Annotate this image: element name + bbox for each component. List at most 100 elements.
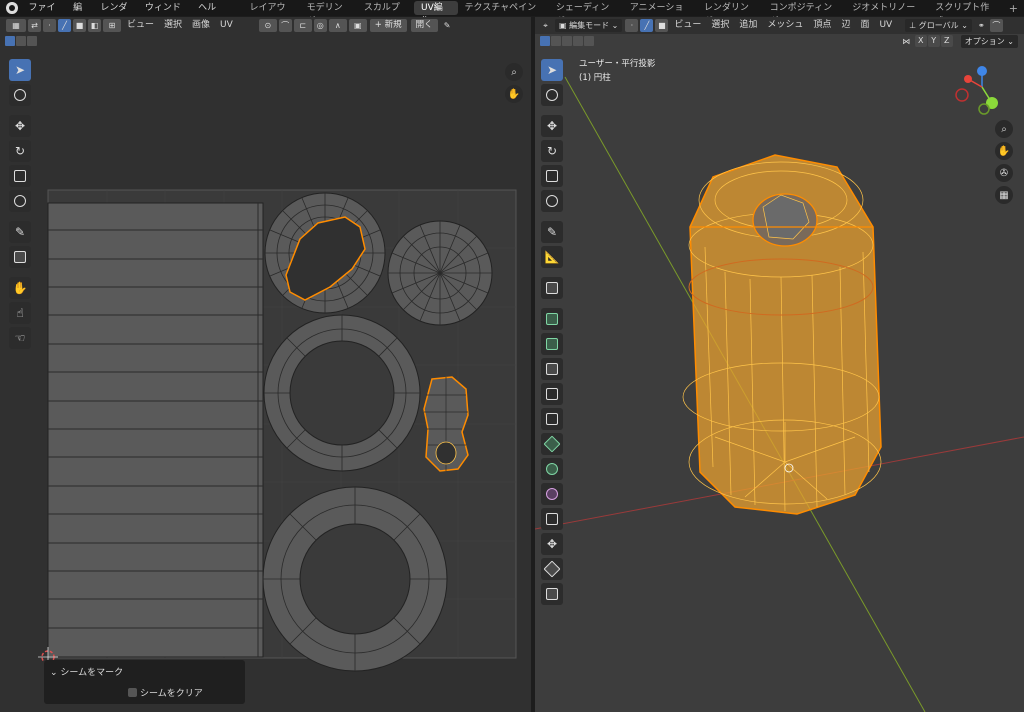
tab-sculpting[interactable]: スカルプト (357, 1, 414, 27)
object-name-label: (1) 円柱 (579, 73, 611, 83)
vp-tool-knife[interactable] (541, 408, 563, 430)
uv-toolbar: ➤ ✥ ↻ ✎ ✋ ☝ ☜ (8, 59, 32, 352)
uv-island-side-strip[interactable] (47, 202, 264, 658)
tab-layout[interactable]: レイアウト (242, 1, 299, 27)
scale-icon (14, 170, 26, 182)
vp-tool-select[interactable]: ➤ (541, 59, 563, 81)
tool-pinch[interactable]: ☜ (9, 327, 31, 349)
uv-island-cap-disc[interactable] (387, 220, 493, 326)
navigation-gizmo[interactable] (955, 66, 998, 115)
vp-zoom-icon[interactable]: ⌕ (995, 120, 1013, 138)
blender-logo-icon[interactable] (6, 2, 18, 14)
camera-view-icon[interactable]: ✇ (995, 164, 1013, 182)
tab-scripting[interactable]: スクリプト作成 (928, 1, 1002, 27)
tab-uv-editing[interactable]: UV編集 (414, 1, 458, 27)
shrink-fatten-icon: ✥ (546, 537, 558, 551)
viewport-canvas[interactable] (535, 17, 1024, 712)
tab-shading[interactable]: シェーディング (549, 1, 623, 27)
tool-cursor[interactable] (9, 84, 31, 106)
vp-tool-transform[interactable] (541, 190, 563, 212)
inset-icon (546, 338, 558, 350)
vp-tool-loop-cut[interactable] (541, 383, 563, 405)
menu-file[interactable]: ファイル (24, 0, 69, 29)
tool-transform[interactable] (9, 190, 31, 212)
cylinder-mesh[interactable] (682, 154, 882, 515)
spin-icon (546, 463, 558, 475)
vp-cursor-target-icon (546, 89, 558, 101)
tool-relax[interactable]: ☝ (9, 302, 31, 324)
top-bar: ファイル 編集 レンダー ウィンドウ ヘルプ レイアウト モデリング スカルプト… (0, 0, 1024, 29)
tool-grab[interactable]: ✋ (9, 277, 31, 299)
pan-hand-icon[interactable]: ✋ (505, 85, 523, 103)
tool-move[interactable]: ✥ (9, 115, 31, 137)
uv-island-top-ring[interactable] (264, 192, 386, 314)
cursor-target-icon (14, 89, 26, 101)
tool-rip[interactable] (9, 246, 31, 268)
tab-rendering[interactable]: レンダリング (697, 1, 763, 27)
view-name-label: ユーザー・平行投影 (579, 59, 656, 69)
vp-pan-hand-icon[interactable]: ✋ (995, 142, 1013, 160)
uv-island-middle-ring[interactable] (263, 314, 421, 472)
vp-tool-measure[interactable]: 📐 (541, 246, 563, 268)
tab-compositing[interactable]: コンポジティング (763, 1, 846, 27)
shear-icon (543, 560, 561, 578)
vp-tool-rotate[interactable]: ↻ (541, 140, 563, 162)
vp-tool-bevel[interactable] (541, 358, 563, 380)
menu-window[interactable]: ウィンドウ (140, 0, 193, 29)
tab-modeling[interactable]: モデリング (300, 1, 357, 27)
vp-tool-smooth[interactable] (541, 483, 563, 505)
move-icon: ✥ (14, 119, 26, 133)
vp-tool-spin[interactable] (541, 458, 563, 480)
checkbox-box[interactable] (128, 688, 137, 697)
vp-annotate-icon: ✎ (546, 225, 558, 239)
loop-cut-icon (546, 388, 558, 400)
pinch-hand-icon: ☜ (14, 331, 26, 345)
add-cube-icon (546, 282, 558, 294)
relax-hand-icon: ☝ (16, 306, 24, 320)
operator-title[interactable]: ⌄ シームをマーク (50, 665, 123, 678)
tool-rotate[interactable]: ↻ (9, 140, 31, 162)
tool-scale[interactable] (9, 165, 31, 187)
vp-transform-icon (546, 195, 558, 207)
vp-tool-rip[interactable] (541, 583, 563, 605)
vp-tool-poly-build[interactable] (541, 433, 563, 455)
tab-texture-paint[interactable]: テクスチャペイント (458, 1, 549, 27)
grab-hand-icon: ✋ (12, 281, 28, 295)
menu-edit[interactable]: 編集 (68, 0, 95, 29)
cursor-arrow-icon: ➤ (14, 63, 26, 77)
vp-move-icon: ✥ (546, 119, 558, 133)
vp-tool-shear[interactable] (541, 558, 563, 580)
edge-slide-icon (546, 513, 558, 525)
vp-scale-icon (546, 170, 558, 182)
vp-tool-scale[interactable] (541, 165, 563, 187)
uv-editor-area[interactable]: ▦ ⇄ · ╱ ■ ◧ ⊞ ビュー 選択 画像 UV ⊙ ⌒ ⊏ ◎ ∧ ▣ +… (0, 17, 531, 712)
vp-tool-extrude[interactable] (541, 308, 563, 330)
ortho-grid-icon[interactable]: ▦ (995, 186, 1013, 204)
operator-panel[interactable]: ⌄ シームをマーク シームをクリア (44, 660, 245, 704)
uv-island-bottom-ring[interactable] (262, 486, 448, 672)
vp-tool-annotate[interactable]: ✎ (541, 221, 563, 243)
viewport-toolbar: ➤ ✥ ↻ ✎ 📐 ✥ (540, 59, 564, 608)
tab-animation[interactable]: アニメーション (623, 1, 697, 27)
3d-viewport-area[interactable]: ⌖ ▣ 編集モード ⌄ · ╱ ■ ビュー 選択 追加 メッシュ 頂点 辺 面 … (535, 17, 1024, 712)
poly-build-icon (543, 435, 561, 453)
add-workspace-button[interactable]: + (1003, 2, 1024, 15)
vp-tool-cursor[interactable] (541, 84, 563, 106)
zoom-icon[interactable]: ⌕ (505, 63, 523, 81)
tool-annotate[interactable]: ✎ (9, 221, 31, 243)
transform-icon (14, 195, 26, 207)
tool-select-box[interactable]: ➤ (9, 59, 31, 81)
vp-tool-shrink[interactable]: ✥ (541, 533, 563, 555)
bevel-icon (546, 363, 558, 375)
clear-seam-checkbox[interactable]: シームをクリア (128, 686, 203, 699)
uv-canvas[interactable] (0, 17, 531, 712)
menu-help[interactable]: ヘルプ (193, 0, 229, 29)
menu-render[interactable]: レンダー (95, 0, 140, 29)
vp-tool-edge-slide[interactable] (541, 508, 563, 530)
vp-tool-move[interactable]: ✥ (541, 115, 563, 137)
uv-island-inner-hole-selected[interactable] (423, 376, 469, 472)
vp-tool-add-cube[interactable] (541, 277, 563, 299)
tab-geometry-nodes[interactable]: ジオメトリノード (845, 1, 928, 27)
rip-region-icon (14, 251, 26, 263)
vp-tool-inset[interactable] (541, 333, 563, 355)
